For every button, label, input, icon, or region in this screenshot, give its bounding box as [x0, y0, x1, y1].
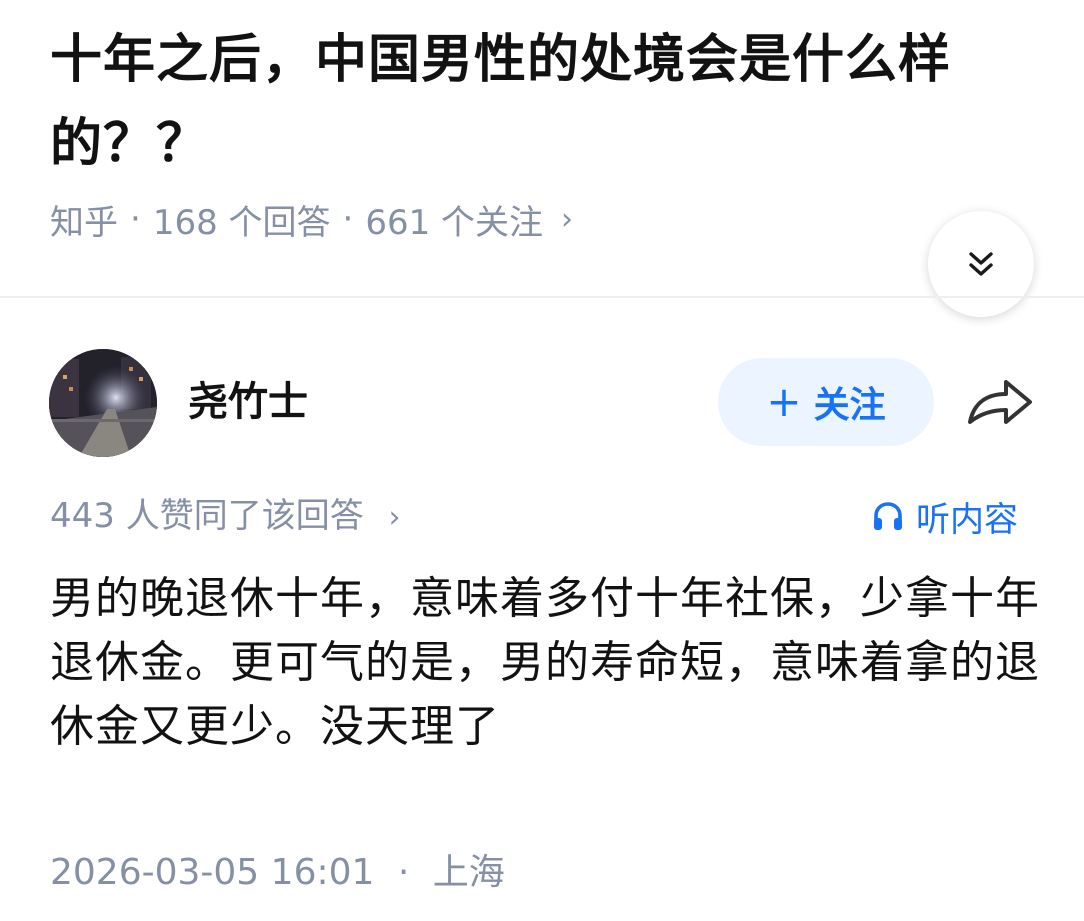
- night-street-photo: [49, 349, 157, 457]
- listen-button[interactable]: 听内容: [870, 492, 1018, 540]
- chevron-right-icon: ›: [561, 201, 574, 237]
- answer-meta: 2026-03-05 16:01 · 上海: [50, 848, 505, 898]
- meta-separator: ·: [397, 852, 410, 893]
- section-divider: [0, 296, 1084, 298]
- avatar[interactable]: [49, 349, 157, 457]
- plus-icon: +: [766, 377, 802, 426]
- listen-label: 听内容: [916, 499, 1018, 540]
- meta-separator: ·: [130, 199, 141, 239]
- source-label: 知乎: [50, 202, 118, 243]
- question-meta[interactable]: 知乎 · 168 个回答 · 661 个关注 ›: [50, 194, 573, 244]
- voters-summary[interactable]: 443 人赞同了该回答 ›: [50, 492, 401, 542]
- chevron-right-icon: ›: [388, 500, 401, 535]
- answer-datetime: 2026-03-05 16:01: [50, 852, 375, 893]
- question-title[interactable]: 十年之后，中国男性的处境会是什么样的？？: [50, 18, 1040, 186]
- answer-location: 上海: [432, 852, 505, 893]
- followers-count: 661 个关注: [365, 202, 544, 243]
- answer-content[interactable]: 男的晚退休十年，意味着多付十年社保，少拿十年退休金。更可气的是，男的寿命短，意味…: [50, 567, 1040, 759]
- follow-label: 关注: [813, 385, 886, 426]
- follow-button[interactable]: + 关注: [718, 358, 934, 446]
- meta-separator: ·: [342, 199, 354, 239]
- headphones-icon: [874, 502, 902, 530]
- share-arrow-icon[interactable]: [964, 374, 1036, 430]
- voters-text: 443 人赞同了该回答: [50, 496, 364, 536]
- answers-count: 168 个回答: [152, 202, 331, 243]
- double-chevron-down-icon: [969, 252, 993, 276]
- author-name[interactable]: 尧竹士: [188, 374, 308, 430]
- collapse-button[interactable]: [928, 211, 1034, 317]
